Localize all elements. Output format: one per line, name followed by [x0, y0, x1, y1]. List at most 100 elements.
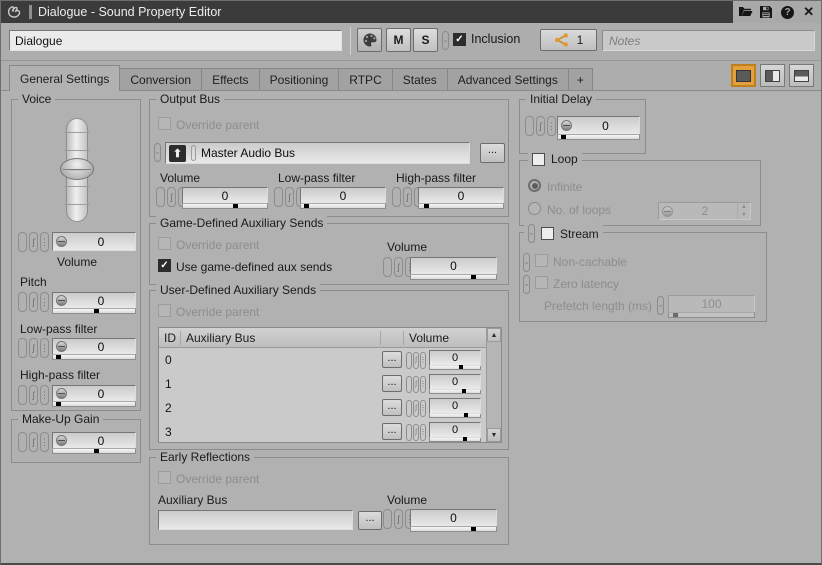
link-indicator-icon[interactable] — [406, 400, 412, 417]
game-sends-volume-field[interactable]: 0 — [410, 257, 497, 275]
link-indicator-icon[interactable] — [406, 376, 412, 393]
override-parent-checkbox[interactable] — [158, 471, 171, 484]
slider-marker[interactable] — [424, 204, 429, 208]
link-indicator-icon[interactable] — [392, 187, 401, 207]
curve-indicator-icon[interactable]: ʃ — [394, 509, 403, 529]
row-volume-field[interactable]: 0 — [429, 398, 481, 414]
row-volume-slider[interactable] — [429, 414, 481, 418]
initial-delay-indicators[interactable]: ʃ ⋮ — [525, 116, 556, 136]
row-volume-slider[interactable] — [429, 438, 481, 442]
bus-lowpass-slider[interactable] — [300, 203, 386, 209]
rtpc-indicator-icon[interactable]: ⋮ — [420, 424, 426, 441]
lowpass-field[interactable]: 0 — [52, 338, 136, 355]
loop-checkbox[interactable] — [532, 153, 545, 166]
browse-aux-bus-button[interactable]: ... — [382, 351, 402, 368]
open-file-icon[interactable] — [736, 3, 754, 21]
curve-indicator-icon[interactable]: ʃ — [413, 424, 419, 441]
pitch-indicators[interactable]: ʃ ⋮ — [18, 292, 49, 312]
curve-indicator-icon[interactable]: ʃ — [29, 385, 38, 405]
curve-indicator-icon[interactable]: ʃ — [167, 187, 176, 207]
game-sends-volume-slider[interactable] — [410, 274, 497, 280]
spin-up-icon[interactable]: ▲ — [738, 203, 750, 211]
rtpc-indicator-icon[interactable]: ⋮ — [40, 385, 49, 405]
row-volume-slider[interactable] — [429, 366, 481, 370]
makeup-gain-slider[interactable] — [52, 448, 136, 454]
rtpc-indicator-icon[interactable]: ⋮ — [40, 338, 49, 358]
slider-marker[interactable] — [462, 389, 466, 393]
row-volume-indicators[interactable]: ʃ⋮ — [406, 352, 426, 369]
browse-bus-button[interactable]: ... — [480, 143, 505, 163]
link-indicator-icon[interactable] — [18, 385, 27, 405]
link-indicator-icon[interactable] — [406, 424, 412, 441]
highpass-slider[interactable] — [52, 401, 136, 407]
pitch-slider[interactable] — [52, 308, 136, 314]
output-bus-selector[interactable]: ⬆ Master Audio Bus — [165, 142, 470, 164]
slider-marker[interactable] — [56, 355, 61, 359]
use-game-sends-checkbox[interactable] — [158, 259, 171, 272]
tab-positioning[interactable]: Positioning — [259, 68, 340, 90]
makeup-indicators[interactable]: ʃ ⋮ — [18, 432, 49, 452]
link-indicator-icon[interactable] — [442, 31, 449, 50]
link-indicator-icon[interactable] — [528, 224, 535, 243]
references-button[interactable]: 1 — [540, 29, 597, 51]
pitch-field[interactable]: 0 — [52, 292, 136, 309]
slider-marker[interactable] — [304, 204, 309, 208]
layout-split-vertical-button[interactable] — [760, 64, 785, 87]
link-indicator-icon[interactable] — [18, 292, 27, 312]
rtpc-indicator-icon[interactable]: ⋮ — [40, 292, 49, 312]
slider-marker[interactable] — [471, 275, 476, 279]
er-aux-bus-field[interactable] — [158, 510, 353, 530]
non-cachable-checkbox[interactable] — [535, 254, 548, 267]
tab-states[interactable]: States — [392, 68, 448, 90]
bus-highpass-slider[interactable] — [418, 203, 504, 209]
spin-down-icon[interactable]: ▼ — [738, 211, 750, 219]
bus-volume-field[interactable]: 0 — [182, 187, 268, 204]
curve-indicator-icon[interactable]: ʃ — [413, 376, 419, 393]
loop-count-field[interactable]: 2 ▲ ▼ — [658, 202, 751, 220]
color-palette-button[interactable] — [357, 28, 382, 52]
rtpc-indicator-icon[interactable]: ⋮ — [40, 232, 49, 252]
tab-advanced-settings[interactable]: Advanced Settings — [447, 68, 569, 90]
link-indicator-icon[interactable] — [523, 253, 530, 272]
tab-general-settings[interactable]: General Settings — [9, 65, 120, 91]
table-row[interactable]: 2 ... ʃ⋮ 0 — [159, 396, 486, 420]
link-indicator-icon[interactable] — [18, 232, 27, 252]
tab-rtpc[interactable]: RTPC — [338, 68, 392, 90]
link-indicator-icon[interactable] — [274, 187, 283, 207]
scroll-up-icon[interactable]: ▲ — [487, 328, 501, 342]
curve-indicator-icon[interactable]: ʃ — [29, 432, 38, 452]
browse-aux-bus-button[interactable]: ... — [382, 423, 402, 440]
rtpc-indicator-icon[interactable]: ⋮ — [40, 432, 49, 452]
object-name-input[interactable] — [9, 30, 342, 51]
loop-count-spinner[interactable]: ▲ ▼ — [737, 203, 750, 219]
rtpc-indicator-icon[interactable]: ⋮ — [420, 376, 426, 393]
slider-marker[interactable] — [94, 449, 99, 453]
link-indicator-icon[interactable] — [383, 257, 392, 277]
table-scrollbar[interactable]: ▲ ▼ — [486, 328, 501, 442]
tab-conversion[interactable]: Conversion — [119, 68, 202, 90]
highpass-indicators[interactable]: ʃ ⋮ — [18, 385, 49, 405]
zero-latency-checkbox[interactable] — [535, 276, 548, 289]
highpass-field[interactable]: 0 — [52, 385, 136, 402]
override-parent-checkbox[interactable] — [158, 237, 171, 250]
row-volume-indicators[interactable]: ʃ⋮ — [406, 424, 426, 441]
curve-indicator-icon[interactable]: ʃ — [29, 232, 38, 252]
notes-input[interactable] — [602, 30, 815, 51]
prefetch-length-field[interactable]: 100 — [668, 295, 755, 313]
no-of-loops-radio[interactable] — [528, 202, 541, 215]
prefetch-length-slider[interactable] — [668, 312, 755, 318]
layout-split-horizontal-button[interactable] — [789, 64, 814, 87]
scroll-down-icon[interactable]: ▼ — [487, 428, 501, 442]
volume-fader[interactable] — [60, 118, 94, 222]
inclusion-checkbox[interactable] — [453, 33, 466, 46]
row-volume-indicators[interactable]: ʃ⋮ — [406, 400, 426, 417]
link-indicator-icon[interactable] — [18, 432, 27, 452]
close-icon[interactable]: ✕ — [800, 3, 818, 21]
slider-marker[interactable] — [56, 402, 61, 406]
slider-marker[interactable] — [673, 313, 678, 317]
table-row[interactable]: 0 ... ʃ⋮ 0 — [159, 348, 486, 372]
save-icon[interactable] — [757, 3, 775, 21]
lowpass-indicators[interactable]: ʃ ⋮ — [18, 338, 49, 358]
makeup-gain-field[interactable]: 0 — [52, 432, 136, 449]
browse-er-bus-button[interactable]: ... — [358, 511, 382, 530]
